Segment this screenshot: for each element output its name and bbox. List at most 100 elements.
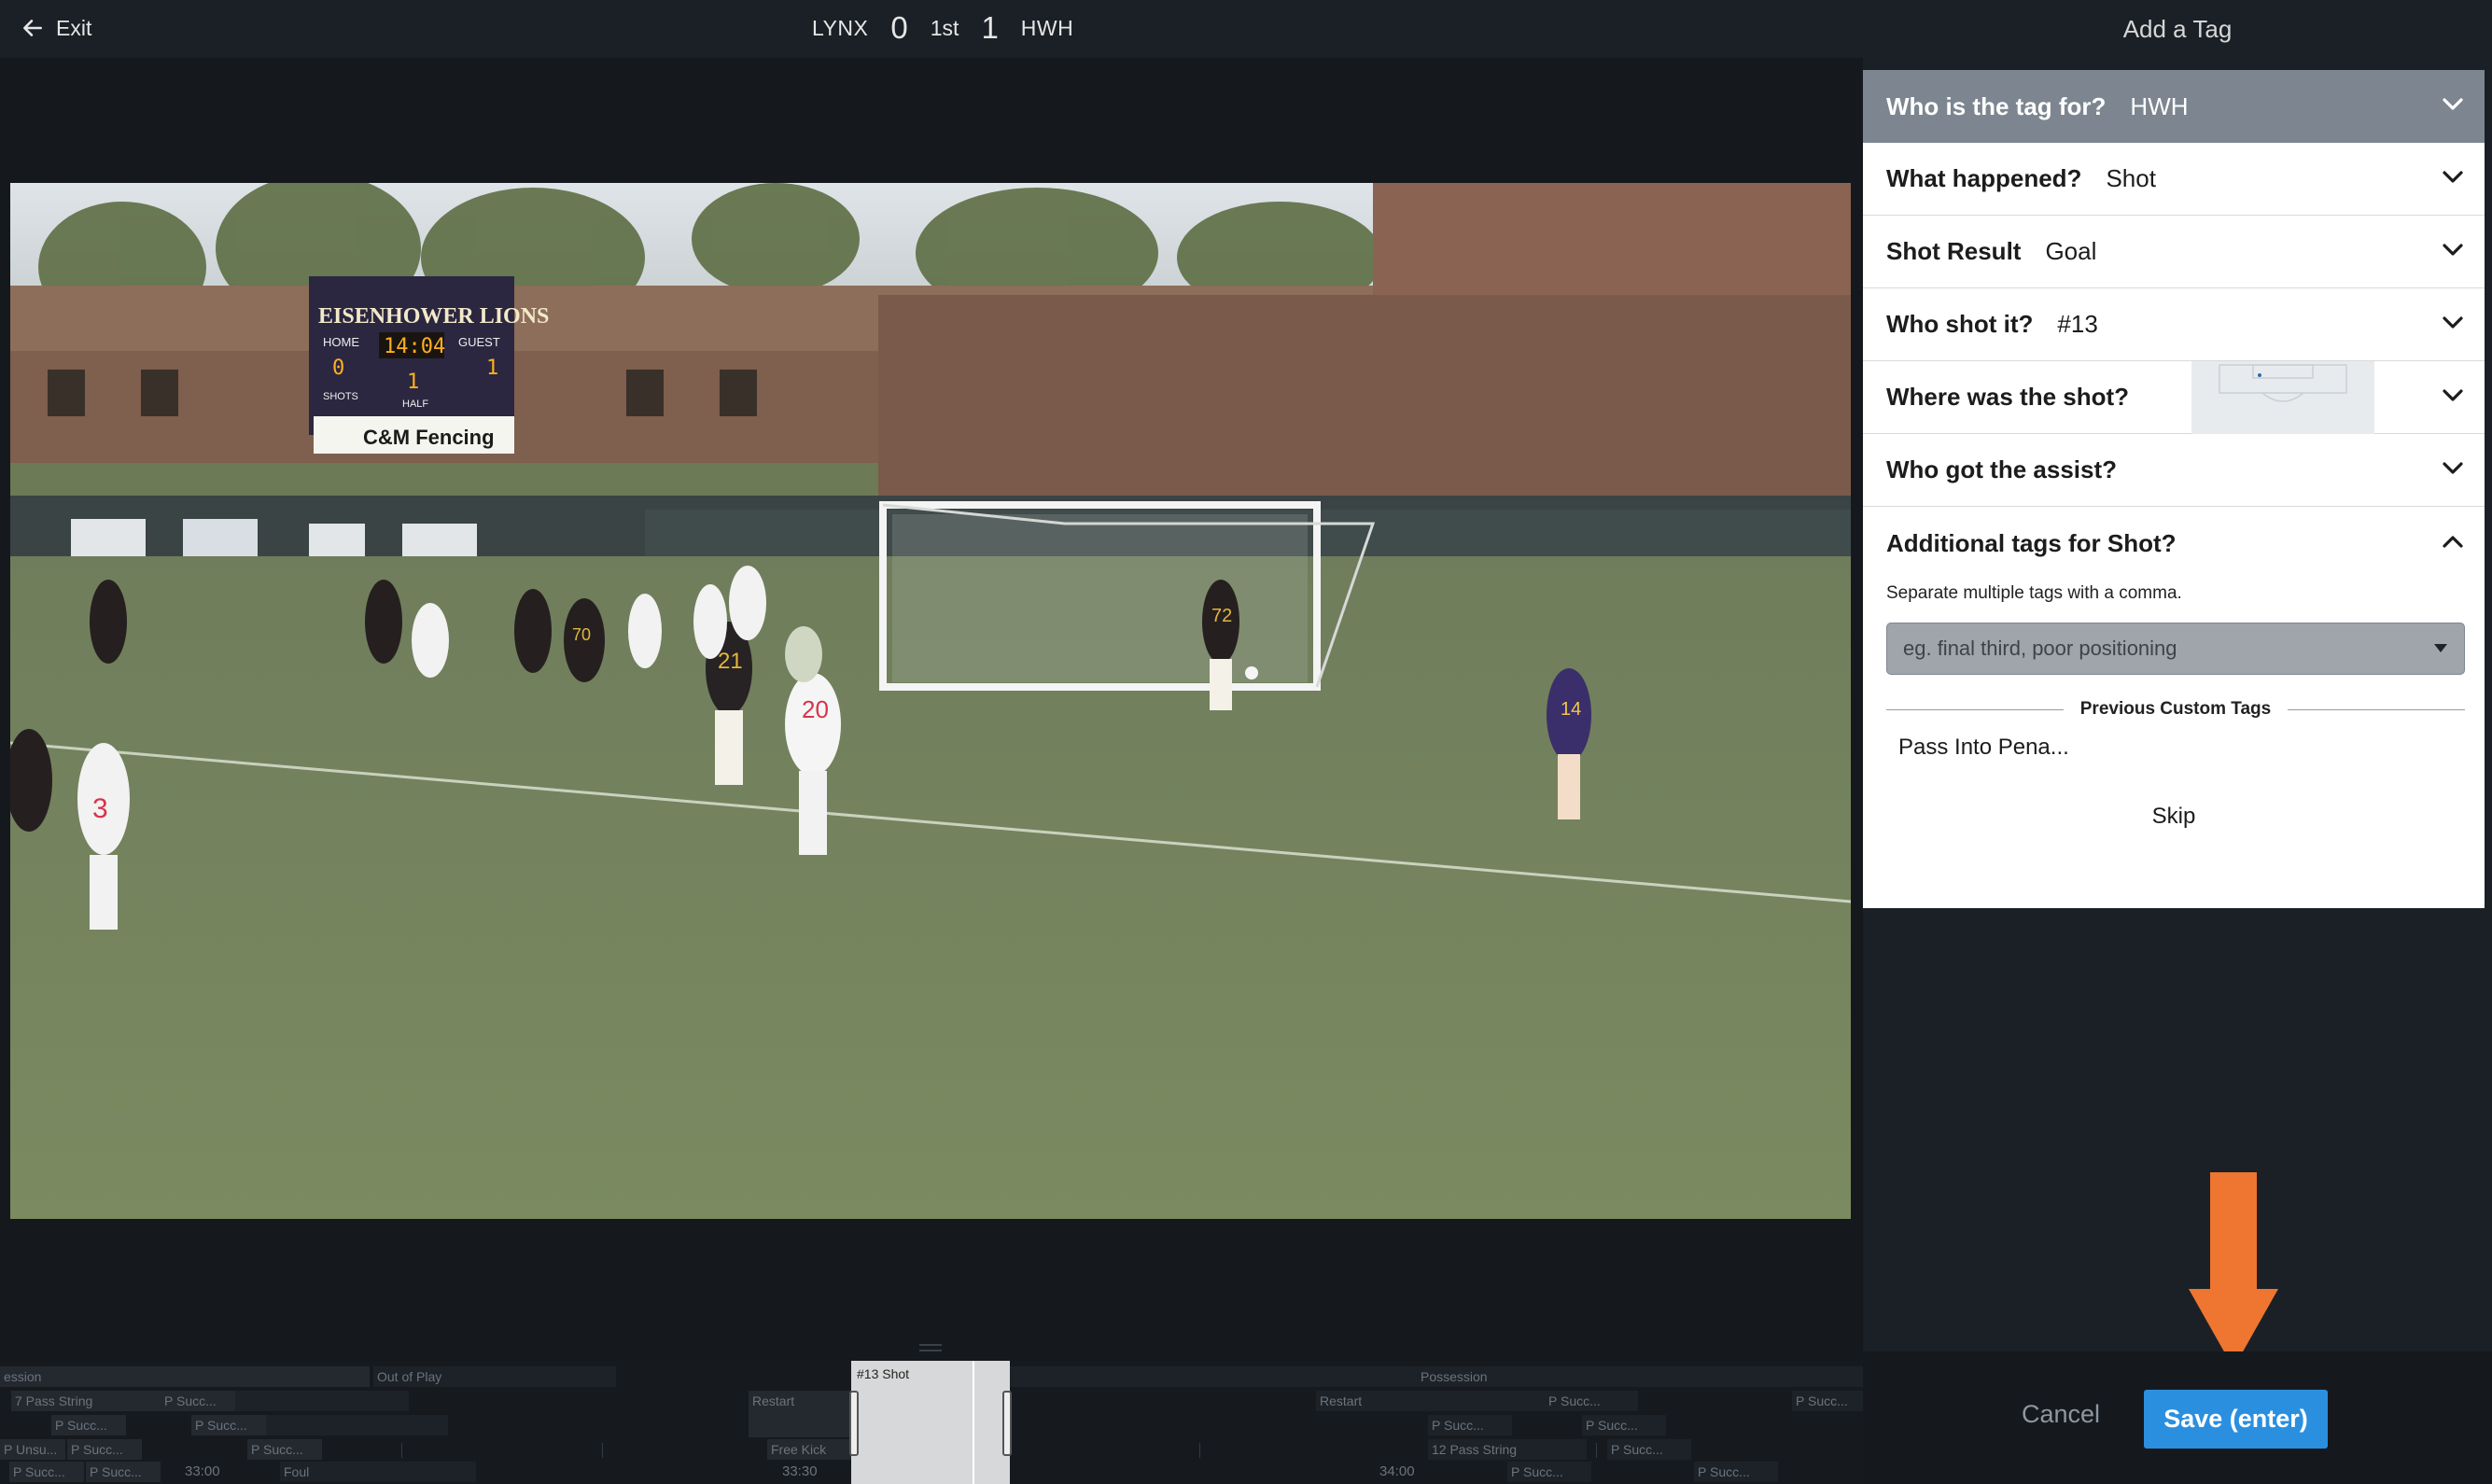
period: 1st [930,15,959,40]
home-team: LYNX [812,15,869,40]
chevron-down-icon [2443,389,2463,401]
timeline-event[interactable]: P Succ... [191,1415,266,1435]
timeline-event[interactable]: P Succ... [161,1391,235,1411]
jersey-number-2: 20 [802,695,829,723]
timeline-tick [1199,1443,1200,1458]
previous-tag-chip[interactable]: Pass Into Pena... [1898,735,2069,761]
away-score: 1 [981,10,999,45]
timeline-event[interactable]: P Succ... [1792,1391,1863,1411]
timeline-tick [401,1443,402,1458]
row-answer: HWH [2130,91,2189,120]
save-button[interactable]: Save (enter) [2144,1390,2328,1449]
sponsor-sign: C&M Fencing [363,426,495,449]
timeline-event[interactable]: Free Kick [767,1439,851,1460]
action-bar: Cancel Save (enter) [1863,1351,2492,1484]
timeline[interactable]: ession Out of Play 7 Pass String P Succ.… [0,1361,1863,1484]
scoreboard-half-value: 1 [407,371,419,394]
timeline-event[interactable]: 12 Pass String [1428,1439,1587,1460]
jersey-number-4: 72 [1211,606,1232,626]
tag-form: Who is the tag for? HWH What happened? S… [1863,70,2485,908]
scoreboard-home-score: 0 [332,357,344,380]
skip-button[interactable]: Skip [1863,804,2485,830]
shot-location-field-thumbnail[interactable] [2191,361,2374,434]
caret-down-icon[interactable] [2434,644,2447,652]
timeline-event[interactable]: ession [0,1366,370,1387]
row-question: Where was the shot? [1886,383,2130,411]
timeline-time: 34:00 [1379,1463,1415,1479]
row-answer: Goal [2045,237,2097,265]
row-what-happened[interactable]: What happened? Shot [1863,143,2485,216]
timeline-event[interactable] [266,1415,448,1435]
scoreboard-shots: SHOTS [323,391,358,402]
chevron-down-icon [2443,462,2463,474]
chevron-down-icon [2443,98,2463,110]
scoreboard-name: EISENHOWER LIONS [318,304,549,329]
home-score: 0 [890,10,908,45]
timeline-event[interactable]: P Unsu... [0,1439,65,1460]
top-bar: Exit LYNX 0 1st 1 HWH [0,0,1863,58]
arrow-left-icon [23,20,42,36]
timeline-tick [1596,1443,1597,1458]
chevron-down-icon [2443,171,2463,183]
clip-end-handle[interactable] [1002,1391,1012,1456]
row-question: Who shot it? [1886,310,2034,338]
timeline-resize-handle[interactable] [919,1344,942,1351]
clip-label: #13 Shot [857,1366,910,1381]
timeline-event[interactable]: P Succ... [1507,1462,1591,1482]
exit-button[interactable]: Exit [21,13,91,43]
scoreboard-clock: 14:04 [384,335,445,358]
timeline-event[interactable]: P Succ... [1545,1391,1638,1411]
timeline-event[interactable]: P Succ... [1428,1415,1512,1435]
jersey-number-5: 14 [1561,699,1581,720]
video-frame: EISENHOWER LIONS HOME GUEST 14:04 0 1 1 … [10,183,1851,1219]
timeline-event[interactable]: P Succ... [247,1439,322,1460]
chevron-down-icon [2443,244,2463,256]
row-question: Who is the tag for? [1886,91,2107,120]
timeline-event[interactable]: 7 Pass String [11,1391,161,1411]
timeline-time: 33:00 [185,1463,220,1479]
timeline-event[interactable]: Possession [1010,1366,1863,1387]
row-question: Shot Result [1886,237,2022,265]
row-assist[interactable]: Who got the assist? [1863,434,2485,507]
jersey-number-1: 3 [92,793,108,824]
chevron-up-icon [2443,536,2463,548]
additional-tags-header[interactable]: Additional tags for Shot? [1863,507,2485,580]
video-player[interactable]: EISENHOWER LIONS HOME GUEST 14:04 0 1 1 … [10,183,1851,1219]
scoreline: LYNX 0 1st 1 HWH [812,9,1073,47]
cancel-button[interactable]: Cancel [2022,1400,2100,1429]
exit-label: Exit [56,15,92,40]
selected-clip[interactable]: #13 Shot [849,1361,1012,1484]
timeline-event[interactable]: P Succ... [67,1439,142,1460]
timeline-event[interactable]: P Succ... [9,1462,84,1482]
row-who-shot[interactable]: Who shot it? #13 [1863,288,2485,361]
timeline-time: 33:30 [782,1463,818,1479]
timeline-event[interactable]: P Succ... [1582,1415,1666,1435]
timeline-event[interactable]: P Succ... [1694,1462,1778,1482]
timeline-event[interactable]: Out of Play [373,1366,616,1387]
jersey-number-3: 21 [718,649,743,674]
row-tag-for[interactable]: Who is the tag for? HWH [1863,70,2485,143]
row-shot-result[interactable]: Shot Result Goal [1863,216,2485,288]
custom-tags-input[interactable]: eg. final third, poor positioning [1886,623,2465,675]
row-shot-location[interactable]: Where was the shot? [1863,361,2485,434]
timeline-event[interactable]: P Succ... [51,1415,126,1435]
playhead[interactable] [973,1361,974,1484]
additional-tags-section: Additional tags for Shot? Separate multi… [1863,507,2485,908]
timeline-event[interactable]: P Succ... [1607,1439,1691,1460]
clip-start-handle[interactable] [849,1391,859,1456]
timeline-tick [602,1443,603,1458]
additional-tags-question: Additional tags for Shot? [1886,528,2177,557]
timeline-event[interactable]: P Succ... [86,1462,161,1482]
timeline-event[interactable]: Restart [749,1391,851,1437]
custom-tags-placeholder: eg. final third, poor positioning [1903,637,2177,660]
row-answer: Shot [2106,164,2156,192]
row-answer: #13 [2057,310,2098,338]
arrow-down-icon [2189,1172,2278,1368]
timeline-event[interactable] [235,1391,409,1411]
timeline-event[interactable]: Foul [280,1462,476,1482]
row-question: What happened? [1886,164,2082,192]
scoreboard-half: HALF [402,399,428,410]
jersey-number-6: 70 [572,625,591,644]
timeline-event[interactable]: Restart [1316,1391,1549,1411]
panel-title: Add a Tag [2122,15,2233,43]
